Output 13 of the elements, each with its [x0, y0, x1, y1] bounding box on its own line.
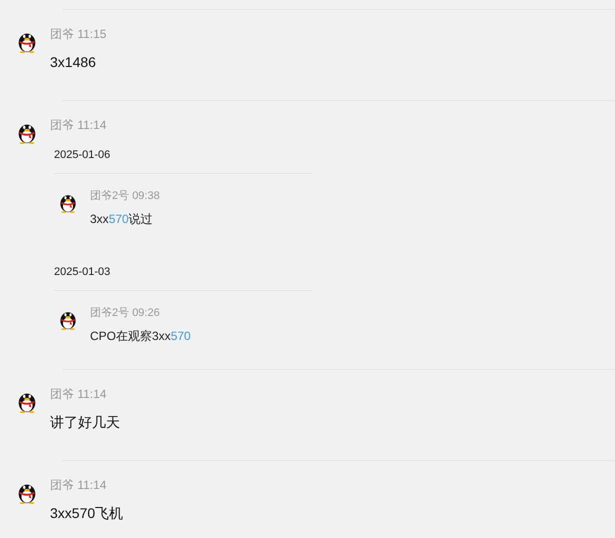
message-text: 3xx570飞机	[50, 504, 124, 523]
sender-time: 团爷2号 09:26	[90, 306, 161, 321]
sender-time: 团爷 11:14	[50, 477, 108, 493]
date-label: 2025-01-03	[54, 265, 112, 280]
sender-time: 团爷2号 09:38	[90, 189, 160, 204]
date-label: 2025-01-06	[54, 148, 112, 163]
sender-time: 团爷 11:14	[50, 386, 108, 402]
message-text: CPO在观察3xx570	[90, 328, 191, 345]
sender-time: 团爷 11:14	[50, 117, 108, 133]
message-text: 讲了好几天	[50, 413, 120, 432]
message-text: 3x1486	[50, 53, 97, 72]
message-text: 3xx570说过	[90, 211, 154, 228]
sender-time: 团爷 11:15	[50, 26, 106, 42]
